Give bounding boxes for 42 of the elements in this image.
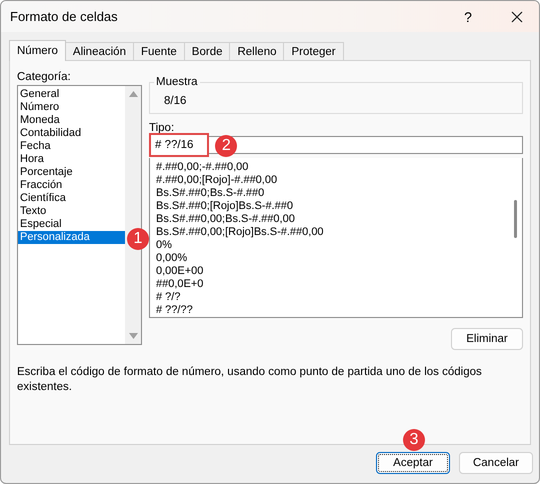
description-text: Escriba el código de formato de número, usando como punto de partida uno de los códigos existentes. [17, 365, 483, 395]
list-item[interactable]: # ?/? [156, 291, 510, 304]
list-item[interactable]: Bs.S#.##0,00;Bs.S-#.##0,00 [156, 213, 510, 226]
highlight-frame: # ??/16 [149, 133, 210, 157]
window-title: Formato de celdas [10, 9, 118, 24]
scroll-down-icon [128, 333, 138, 339]
delete-button[interactable]: Eliminar [451, 328, 523, 350]
list-item[interactable]: Hora [18, 153, 125, 166]
scrollbar[interactable] [125, 86, 141, 344]
list-item[interactable]: Personalizada [18, 231, 125, 244]
list-item[interactable]: Texto [18, 205, 125, 218]
list-item[interactable]: Fracción [18, 179, 125, 192]
list-item[interactable]: Porcentaje [18, 166, 125, 179]
list-item[interactable]: # ??/?? [156, 304, 510, 317]
list-item[interactable]: Moneda [18, 114, 125, 127]
scroll-up-icon [128, 91, 138, 97]
list-item[interactable]: 0% [156, 239, 510, 252]
list-item[interactable]: Bs.S#.##0;Bs.S-#.##0 [156, 187, 510, 200]
list-item[interactable]: Número [18, 101, 125, 114]
list-item[interactable]: 0,00E+00 [156, 265, 510, 278]
category-label: Categoría: [17, 70, 72, 85]
list-item[interactable]: ##0,0E+0 [156, 278, 510, 291]
ok-button[interactable]: Aceptar [376, 452, 450, 474]
close-icon [511, 10, 523, 22]
list-item[interactable]: Especial [18, 218, 125, 231]
list-item[interactable]: Bs.S#.##0,00;[Rojo]Bs.S-#.##0,00 [156, 226, 510, 239]
list-item[interactable]: #.##0,00;[Rojo]-#.##0,00 [156, 174, 510, 187]
cancel-button[interactable]: Cancelar [459, 452, 533, 474]
list-item[interactable]: Bs.S#.##0;[Rojo]Bs.S-#.##0 [156, 200, 510, 213]
tab[interactable]: Proteger [283, 42, 344, 60]
list-item[interactable]: Contabilidad [18, 127, 125, 140]
list-item[interactable]: General [18, 88, 125, 101]
list-item[interactable]: Fecha [18, 140, 125, 153]
tab[interactable]: Número [9, 40, 66, 61]
list-item[interactable]: #.##0,00;-#.##0,00 [156, 161, 510, 174]
scroll-thumb[interactable] [514, 200, 517, 238]
format-list[interactable]: #.##0,00;-#.##0,00 #.##0,00;[Rojo]-#.##0,00 Bs.S#.##0;Bs.S-#.##0 Bs.S#.##0;[Rojo]Bs.S-#.##0 Bs.S#.##0,00;Bs.S-#.##0,00 Bs.S#.##0,00;[Rojo]Bs.S-#.##0,00 0% 0,00% 0,00E+00 ##0,0E+0 # ?/? # ??/?? [149, 158, 523, 318]
list-item[interactable]: Científica [18, 192, 125, 205]
help-button[interactable]: ? [453, 1, 483, 32]
sample-value: 8/16 [164, 94, 186, 108]
list-item[interactable]: 0,00% [156, 252, 510, 265]
type-label: Tipo: [149, 121, 176, 136]
